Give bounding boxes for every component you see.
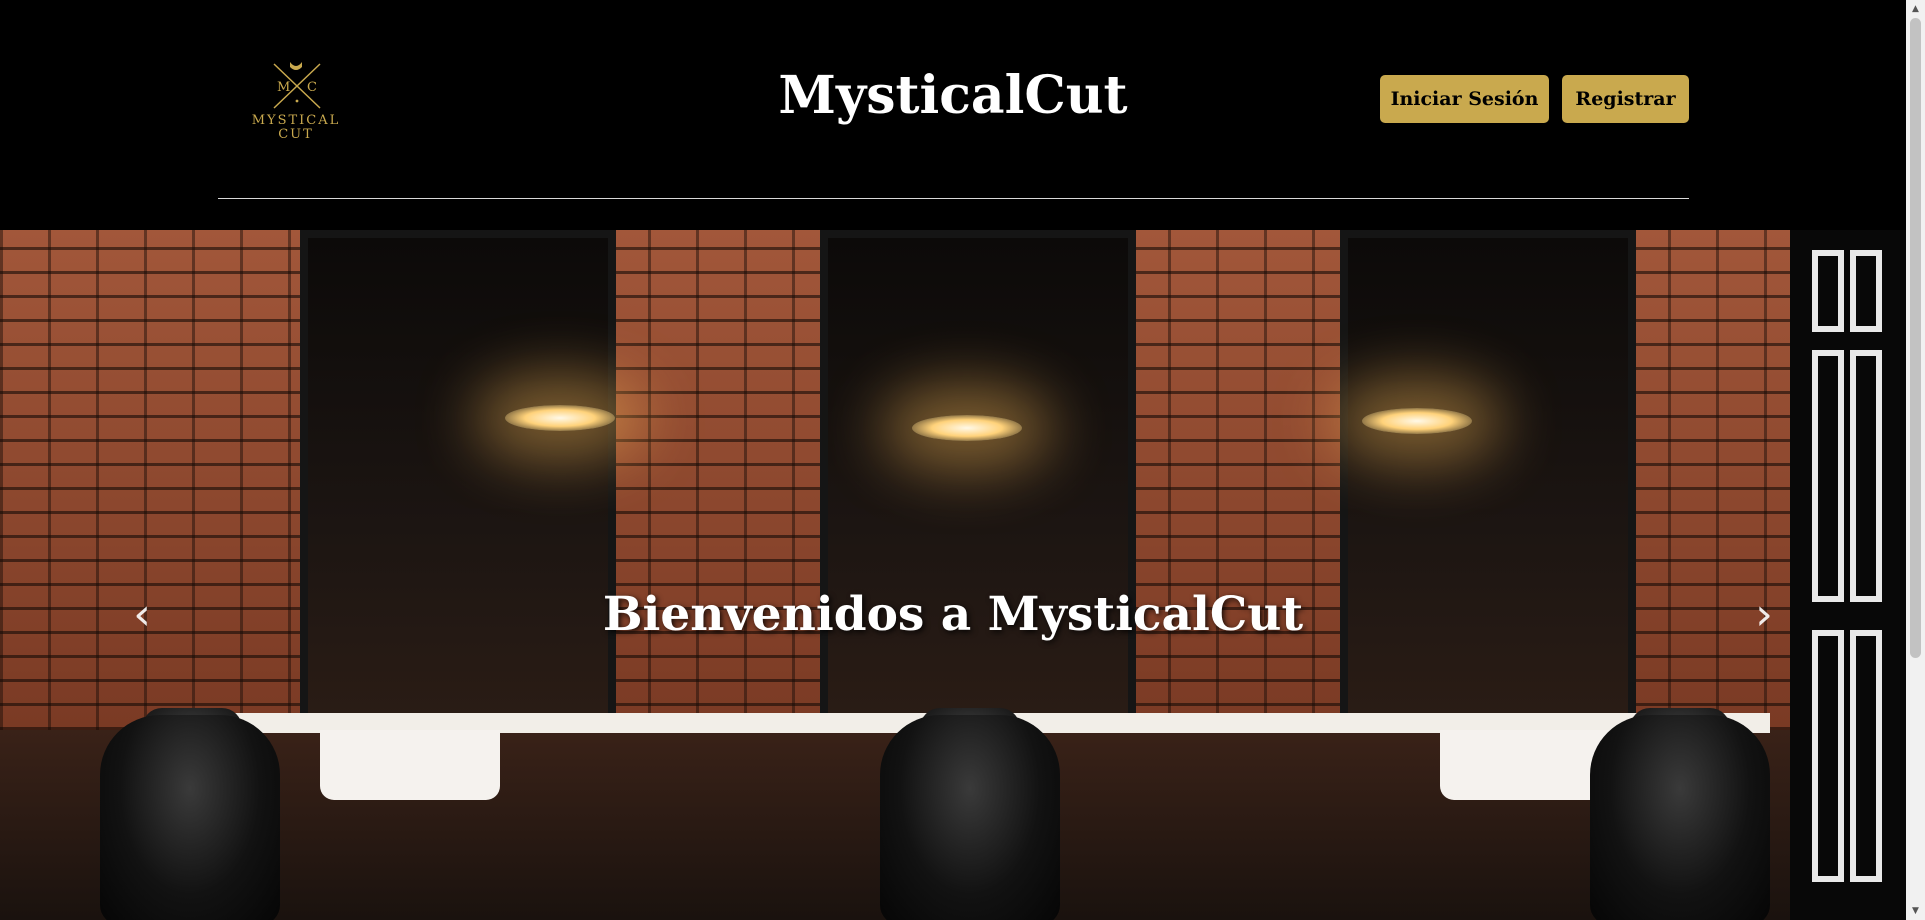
register-button[interactable]: Registrar (1562, 75, 1689, 123)
carousel-caption: Bienvenidos a MysticalCut (602, 587, 1304, 642)
carousel-next-button[interactable]: › (1734, 585, 1794, 645)
scroll-down-arrow-icon[interactable]: ▼ (1906, 903, 1925, 919)
site-logo[interactable]: M C MYSTICAL CUT (246, 58, 346, 148)
header-divider (218, 198, 1689, 199)
chevron-left-icon: ‹ (133, 589, 151, 640)
hero-carousel[interactable]: Bienvenidos a MysticalCut ‹ › (0, 230, 1906, 920)
crossed-razors-icon: M C (273, 62, 321, 109)
page-scrollbar[interactable]: ▲ ▼ (1906, 0, 1925, 920)
logo-initial-m: M (277, 80, 290, 95)
scrollbar-thumb[interactable] (1910, 18, 1921, 658)
logo-text-line1: MYSTICAL (251, 113, 341, 128)
logo-text-line2: CUT (278, 127, 314, 142)
site-header: M C MYSTICAL CUT MysticalCut Iniciar Ses… (0, 0, 1906, 230)
site-title[interactable]: MysticalCut (700, 62, 1206, 130)
chevron-right-icon: › (1755, 589, 1773, 640)
scroll-up-arrow-icon[interactable]: ▲ (1906, 1, 1925, 17)
login-button[interactable]: Iniciar Sesión (1380, 75, 1549, 123)
logo-initial-c: C (307, 80, 317, 95)
logo-text: MYSTICAL CUT (246, 114, 346, 142)
carousel-prev-button[interactable]: ‹ (112, 585, 172, 645)
